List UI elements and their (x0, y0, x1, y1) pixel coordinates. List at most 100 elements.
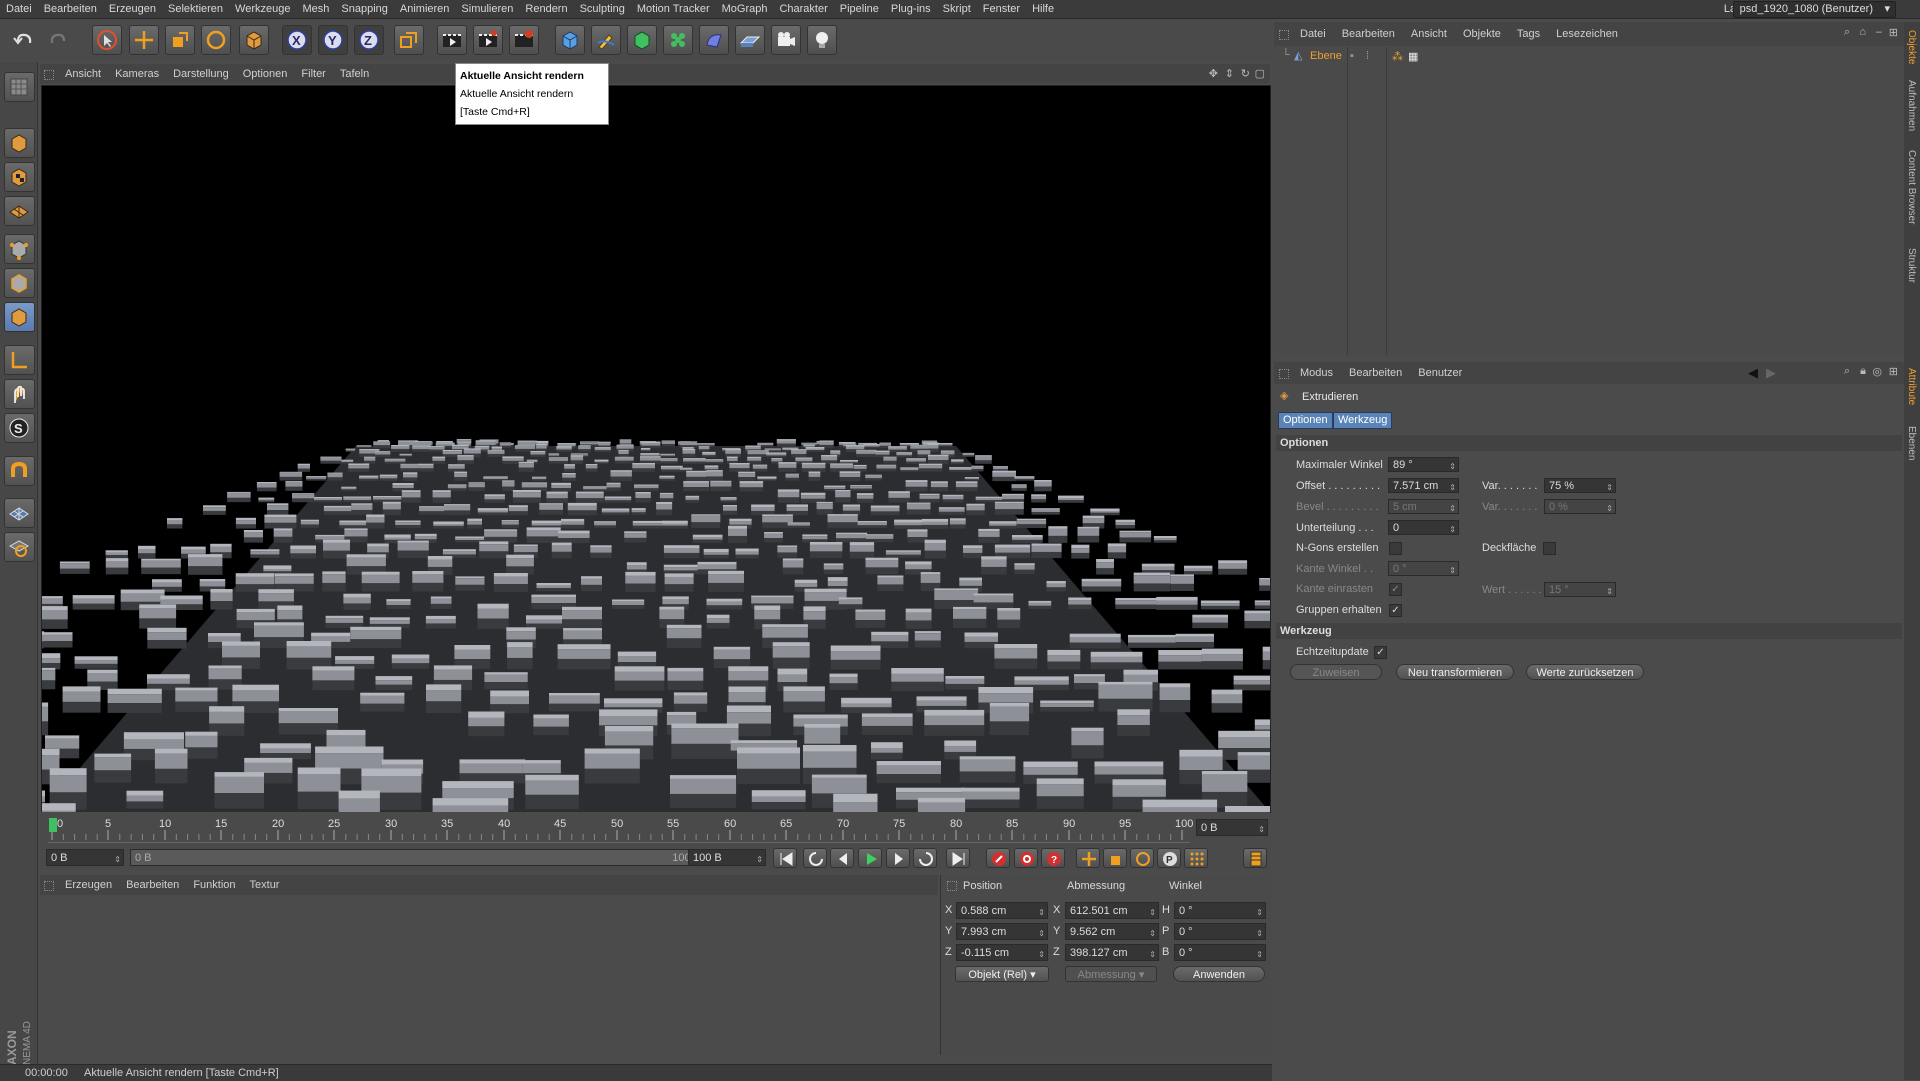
objects-menu-lesezeichen[interactable]: Lesezeichen (1548, 22, 1626, 46)
floor-button[interactable] (735, 25, 765, 55)
menu-snapping[interactable]: Snapping (335, 0, 394, 18)
snap-button[interactable]: S (4, 413, 35, 443)
viewport-menu-kameras[interactable]: Kameras (108, 64, 166, 84)
menu-simulieren[interactable]: Simulieren (455, 0, 519, 18)
render-view-button[interactable] (437, 25, 467, 55)
objects-menu-bearbeiten[interactable]: Bearbeiten (1334, 22, 1403, 46)
home-icon[interactable]: ⌂ (1859, 26, 1866, 38)
menu-motion-tracker[interactable]: Motion Tracker (631, 0, 716, 18)
objects-menu-tags[interactable]: Tags (1509, 22, 1548, 46)
tweak-mode-icon[interactable] (4, 379, 35, 409)
side-tab-attribute[interactable]: Attribute (1906, 368, 1917, 405)
size-z-field[interactable]: 398.127 cm ⇕ (1065, 944, 1159, 961)
side-tab-objekte[interactable]: Objekte (1906, 30, 1917, 64)
menu-fenster[interactable]: Fenster (977, 0, 1026, 18)
preserve-groups-checkbox[interactable]: ✓ (1389, 604, 1402, 617)
side-tab-aufnahmen[interactable]: Aufnahmen (1906, 80, 1917, 131)
back-arrow-icon[interactable]: ◀ (1748, 365, 1758, 381)
panel-grip-icon[interactable] (44, 881, 54, 891)
record-parameter-button[interactable]: P (1157, 848, 1181, 868)
deformer-button[interactable] (699, 25, 729, 55)
frame-range-slider[interactable]: 0 B 100 B (130, 849, 718, 866)
size-y-field[interactable]: 9.562 cm ⇕ (1065, 923, 1159, 940)
edge-snap-checkbox[interactable]: ✓ (1389, 583, 1402, 596)
model-mode-icon[interactable] (4, 128, 35, 158)
tab-optionen[interactable]: Optionen (1278, 412, 1333, 429)
go-to-end-button[interactable] (946, 848, 970, 868)
menu-erzeugen[interactable]: Erzeugen (103, 0, 162, 18)
menu-skript[interactable]: Skript (937, 0, 977, 18)
coordinate-system-button[interactable] (394, 25, 424, 55)
menu-selektieren[interactable]: Selektieren (162, 0, 229, 18)
subdivision-field[interactable]: 0 ⇕ (1388, 520, 1459, 535)
rotation-b-field[interactable]: 0 ° ⇕ (1174, 944, 1266, 961)
side-tab-content-browser[interactable]: Content Browser (1906, 150, 1917, 224)
locked-workplane-icon[interactable] (4, 532, 35, 562)
bevel-variation-field[interactable]: 0 % ⇕ (1544, 499, 1616, 514)
material-manager-area[interactable] (40, 896, 938, 1056)
size-mode-dropdown[interactable]: Abmessung ▾ (1065, 966, 1157, 982)
redo-button[interactable] (44, 25, 74, 55)
collapse-icon[interactable]: – (1876, 26, 1882, 38)
offset-field[interactable]: 7.571 cm ⇕ (1388, 478, 1459, 493)
rotate-view-icon[interactable]: ↻ (1241, 67, 1250, 80)
viewport-menu-optionen[interactable]: Optionen (236, 64, 295, 84)
scale-tool-button[interactable] (165, 25, 195, 55)
record-position-button[interactable] (1076, 848, 1100, 868)
menu-mesh[interactable]: Mesh (296, 0, 335, 18)
polygons-mode-icon[interactable] (4, 302, 35, 332)
previous-frame-button[interactable] (830, 848, 854, 868)
rotate-tool-button[interactable] (201, 25, 231, 55)
rotation-h-field[interactable]: 0 ° ⇕ (1174, 902, 1266, 919)
cube-primitive-button[interactable] (555, 25, 585, 55)
reset-values-button[interactable]: Werte zurücksetzen (1526, 664, 1644, 680)
light-button[interactable] (807, 25, 837, 55)
magnet-icon[interactable] (4, 456, 35, 486)
previous-key-button[interactable] (803, 848, 827, 868)
section-werkzeug[interactable]: Werkzeug (1276, 623, 1902, 639)
material-menu-erzeugen[interactable]: Erzeugen (58, 875, 119, 895)
viewport-menu-ansicht[interactable]: Ansicht (58, 64, 108, 84)
edges-mode-icon[interactable] (4, 268, 35, 298)
objects-menu-datei[interactable]: Datei (1292, 22, 1334, 46)
move-tool-button[interactable] (129, 25, 159, 55)
max-angle-field[interactable]: 89 ° ⇕ (1388, 457, 1459, 472)
forward-arrow-icon[interactable]: ▶ (1766, 365, 1776, 381)
wert-field[interactable]: 15 ° ⇕ (1544, 582, 1616, 597)
lock-icon[interactable]: 🔒︎ (1860, 365, 1866, 378)
layout-dropdown[interactable]: psd_1920_1080 (Benutzer) ▾ (1732, 1, 1896, 18)
record-keys-button[interactable] (986, 848, 1010, 868)
menu-charakter[interactable]: Charakter (773, 0, 833, 18)
panel-grip-icon[interactable] (1279, 369, 1289, 379)
render-settings-button[interactable] (509, 25, 539, 55)
timeline-ruler[interactable]: 0 5 10 15 20 25 30 35 40 45 50 55 60 65 … (40, 812, 1270, 846)
menu-animieren[interactable]: Animieren (394, 0, 456, 18)
menu-datei[interactable]: Datei (0, 0, 38, 18)
end-frame-field[interactable]: 100 B ⇕ (688, 849, 766, 866)
axis-mode-icon[interactable] (4, 345, 35, 375)
target-icon[interactable]: ◎ (1872, 365, 1882, 378)
y-axis-lock-button[interactable]: Y (318, 25, 348, 55)
ngons-checkbox[interactable] (1389, 542, 1402, 555)
section-optionen[interactable]: Optionen (1276, 435, 1902, 451)
rotation-p-field[interactable]: 0 ° ⇕ (1174, 923, 1266, 940)
viewport-menu-darstellung[interactable]: Darstellung (166, 64, 236, 84)
panel-grip-icon[interactable] (1279, 30, 1289, 40)
render-picture-viewer-button[interactable] (473, 25, 503, 55)
bevel-field[interactable]: 5 cm ⇕ (1388, 499, 1459, 514)
material-menu-textur[interactable]: Textur (243, 875, 287, 895)
new-transform-button[interactable]: Neu transformieren (1396, 664, 1514, 680)
timeline-window-button[interactable] (1243, 848, 1267, 868)
menu-bearbeiten[interactable]: Bearbeiten (38, 0, 103, 18)
viewport-menu-filter[interactable]: Filter (294, 64, 332, 84)
workplane-grid-icon[interactable] (4, 498, 35, 528)
texture-mode-icon[interactable] (4, 162, 35, 192)
apply-button[interactable]: Anwenden (1173, 966, 1265, 982)
assign-button[interactable]: Zuweisen (1290, 664, 1382, 680)
object-name[interactable]: Ebene (1310, 50, 1342, 62)
record-scale-button[interactable] (1103, 848, 1127, 868)
coordinate-mode-dropdown[interactable]: Objekt (Rel) ▾ (955, 966, 1049, 982)
menu-hilfe[interactable]: Hilfe (1026, 0, 1060, 18)
subdivision-surface-button[interactable] (627, 25, 657, 55)
record-point-level-button[interactable] (1184, 848, 1208, 868)
